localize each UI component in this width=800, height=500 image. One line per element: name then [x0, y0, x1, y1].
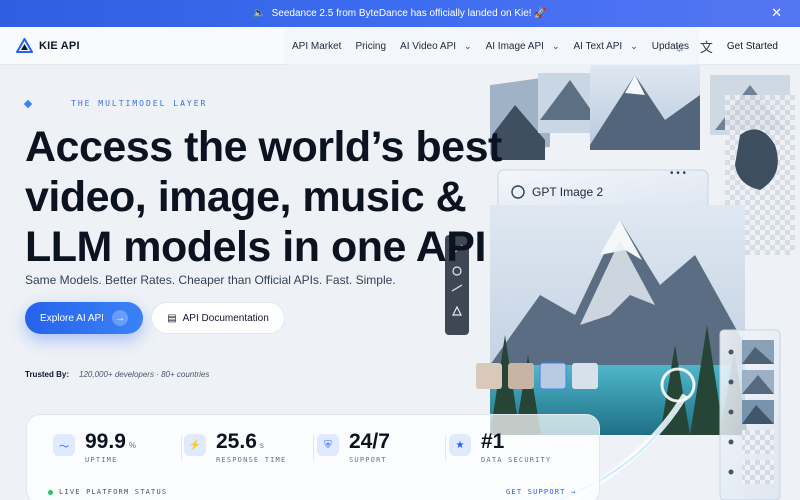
nav-actions: ☼ 文 Get Started	[674, 27, 778, 65]
nav-pricing[interactable]: Pricing	[355, 41, 386, 52]
kie-logo-icon	[16, 38, 33, 53]
shield-icon: ⛨	[317, 434, 339, 456]
hero-eyebrow: THE MULTIMODEL LAYER	[23, 99, 208, 108]
chevron-down-icon: ⌄	[551, 40, 560, 51]
nav-ai-image-api[interactable]: AI Image API ⌄	[486, 41, 560, 52]
trusted-value: 120,000+ developers · 80+ countries	[79, 370, 210, 379]
logo[interactable]: KIE API	[16, 38, 80, 53]
nav-ai-text-api[interactable]: AI Text API ⌄	[573, 41, 637, 52]
diamond-icon	[23, 99, 33, 108]
stat-uptime: 〜 99.9% UPTIME	[53, 431, 136, 464]
stat-label: UPTIME	[85, 456, 118, 464]
nav-label: AI Text API	[573, 40, 623, 52]
api-documentation-button[interactable]: ▤ API Documentation	[151, 302, 285, 334]
divider	[445, 435, 446, 461]
nav-ai-video-api[interactable]: AI Video API ⌄	[400, 41, 472, 52]
explore-ai-api-button[interactable]: Explore AI API →	[25, 302, 143, 334]
nav-api-market[interactable]: API Market	[292, 41, 341, 52]
stat-unit: s	[259, 441, 264, 450]
nav-label: AI Video API	[400, 40, 457, 52]
button-label: API Documentation	[182, 312, 269, 324]
stat-value: 99.9	[85, 430, 126, 453]
live-status-text: LIVE PLATFORM STATUS	[59, 488, 168, 496]
stat-unit: %	[128, 441, 136, 450]
trusted-label: Trusted By:	[25, 370, 70, 379]
stat-label: DATA SECURITY	[481, 456, 552, 464]
announcement-banner[interactable]: 🔈 Seedance 2.5 from ByteDance has offici…	[0, 0, 800, 27]
stat-label: SUPPORT	[349, 456, 387, 464]
get-started-button[interactable]: Get Started	[727, 41, 778, 52]
chevron-down-icon: ⌄	[464, 40, 472, 51]
headline-line: Access the world’s best	[25, 123, 502, 171]
get-support-link[interactable]: GET SUPPORT →	[506, 488, 576, 496]
button-label: Explore AI API	[40, 312, 104, 324]
stat-data-security: ★ #1 DATA SECURITY	[449, 431, 551, 464]
chevron-down-icon: ⌄	[630, 40, 638, 51]
headline-line: video, image, music &	[25, 173, 467, 221]
headline-line: LLM models in one API	[25, 223, 486, 271]
svg-text:• • •: • • •	[670, 168, 687, 179]
page-title: Access the world’s best video, image, mu…	[25, 122, 545, 272]
pulse-icon: 〜	[53, 434, 75, 456]
stat-label: RESPONSE TIME	[216, 456, 287, 464]
stat-response-time: ⚡ 25.6 s RESPONSE TIME	[184, 431, 286, 464]
stat-value: #1	[481, 430, 505, 453]
stat-value: 24/7	[349, 430, 390, 453]
divider	[313, 435, 314, 461]
nav-label: API Market	[292, 40, 342, 52]
hero-subhead: Same Models. Better Rates. Cheaper than …	[25, 273, 396, 287]
arrow-right-icon: →	[111, 310, 128, 326]
book-icon: ▤	[167, 312, 177, 324]
top-navigation: KIE API API Market Pricing AI Video API ⌄…	[0, 27, 800, 65]
sun-icon[interactable]: ☼	[674, 39, 686, 54]
live-platform-status[interactable]: LIVE PLATFORM STATUS	[48, 488, 167, 496]
trusted-by: Trusted By: 120,000+ developers · 80+ co…	[25, 370, 209, 379]
eyebrow-text: THE MULTIMODEL LAYER	[71, 99, 208, 108]
logo-text: KIE API	[39, 39, 80, 52]
status-dot-icon	[48, 489, 53, 495]
nav-label: AI Image API	[485, 40, 544, 52]
speaker-icon: 🔈	[253, 8, 266, 19]
announcement-text[interactable]: Seedance 2.5 from ByteDance has official…	[272, 8, 547, 19]
main-menu: API Market Pricing AI Video API ⌄ AI Imag…	[284, 27, 700, 65]
bolt-icon: ⚡	[184, 434, 206, 456]
star-icon: ★	[449, 434, 471, 456]
nav-label: Pricing	[355, 40, 387, 52]
divider	[181, 435, 182, 461]
stat-value: 25.6	[216, 430, 257, 453]
translate-icon[interactable]: 文	[700, 37, 713, 56]
stat-support: ⛨ 24/7 SUPPORT	[317, 431, 393, 464]
close-icon[interactable]: ✕	[771, 6, 782, 20]
